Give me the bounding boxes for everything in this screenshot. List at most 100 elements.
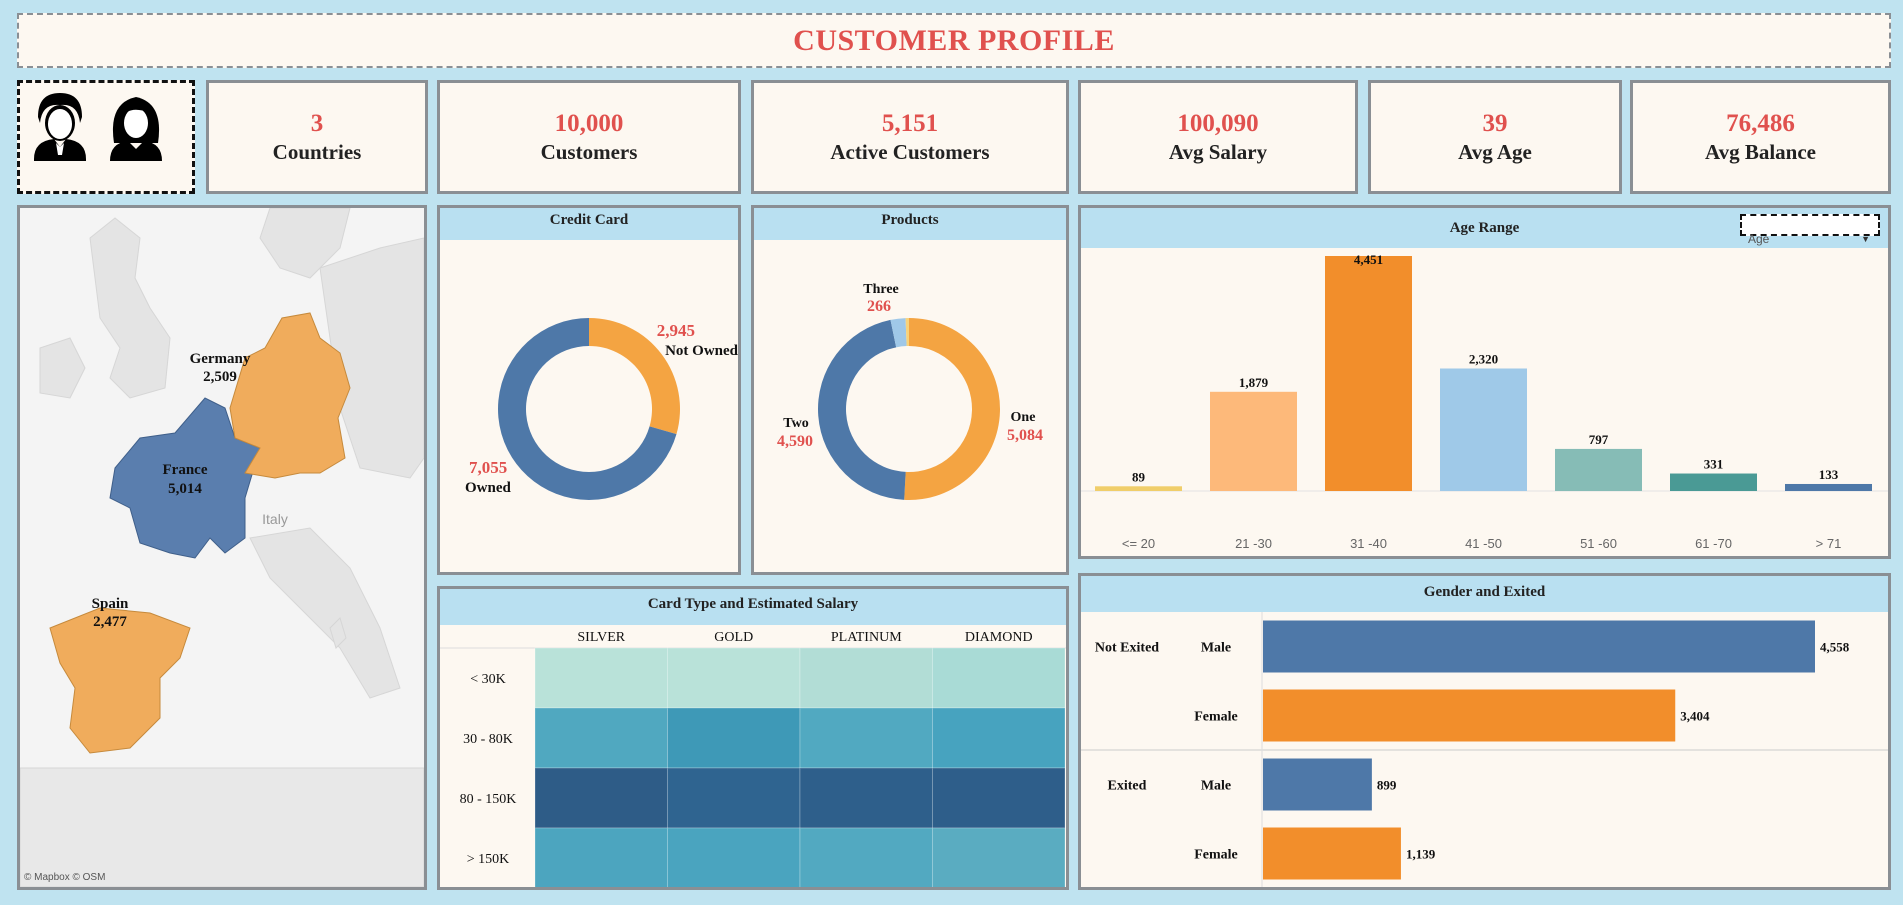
kpi-label: Avg Age xyxy=(1458,140,1532,164)
two-value: 4,590 xyxy=(777,433,813,450)
dashboard-title: CUSTOMER PROFILE xyxy=(793,24,1115,57)
kpi-active-customers[interactable]: 5,151 Active Customers xyxy=(751,80,1069,194)
age-bar[interactable] xyxy=(1670,473,1757,491)
kpi-label: Active Customers xyxy=(830,140,990,164)
age-bar[interactable] xyxy=(1555,448,1642,491)
gender-bar[interactable] xyxy=(1263,620,1815,673)
heatmap-cell[interactable] xyxy=(534,767,668,829)
one-label: One xyxy=(1011,410,1036,425)
age-bar[interactable] xyxy=(1210,391,1297,491)
kpi-avg-age[interactable]: 39 Avg Age xyxy=(1368,80,1622,194)
map-value-spain: 2,477 xyxy=(93,614,127,630)
heatmap-row-header: > 150K xyxy=(467,852,510,867)
kpi-customers[interactable]: 10,000 Customers xyxy=(437,80,741,194)
map-label-france: France xyxy=(163,462,208,478)
age-bar-label: 1,879 xyxy=(1239,375,1269,390)
credit-card-donut[interactable] xyxy=(498,318,680,501)
age-bar[interactable] xyxy=(1325,256,1412,491)
kpi-value: 10,000 xyxy=(554,110,624,137)
not-owned-label: Not Owned xyxy=(665,343,738,359)
kpi-value: 39 xyxy=(1482,110,1508,137)
age-tick-label: 21 -30 xyxy=(1235,536,1272,551)
age-bar-label: 4,451 xyxy=(1354,252,1383,267)
age-range-chart: 89 <= 20 1,879 21 -30 4,451 31 -40 2,320 41 -50… xyxy=(1081,252,1888,551)
age-bar[interactable] xyxy=(1095,486,1182,491)
kpi-label: Avg Balance xyxy=(1704,140,1817,164)
dashboard-title-box: CUSTOMER PROFILE xyxy=(17,13,1891,68)
gender-exited-chart: Not Exited Male 4,558 Female 3,404 Exited Male… xyxy=(1081,612,1888,887)
map-value-germany: 2,509 xyxy=(203,369,237,385)
age-dropdown[interactable]: Age ▼ xyxy=(1740,214,1880,246)
heatmap-cell[interactable] xyxy=(534,827,668,887)
gender-label: Female xyxy=(1194,710,1238,725)
heatmap-column-header: SILVER xyxy=(577,630,625,645)
customer-icon-box[interactable] xyxy=(17,80,195,194)
credit-card-chart: 2,945 Not Owned 7,055 Owned xyxy=(465,318,738,501)
products-slice-one[interactable] xyxy=(904,318,1000,500)
heatmap-column-header: DIAMOND xyxy=(965,630,1033,645)
age-range-title: Age Range xyxy=(1449,220,1520,236)
two-label: Two xyxy=(783,416,808,431)
card-salary-heatmap: SILVER GOLD PLATINUM DIAMOND < 30K 30 - 80K 80… xyxy=(440,630,1066,887)
gender-bar-label: 4,558 xyxy=(1820,640,1850,655)
heatmap-column-header: PLATINUM xyxy=(831,630,902,645)
heatmap-row-header: < 30K xyxy=(470,672,506,687)
heatmap-cell[interactable] xyxy=(534,647,668,709)
heatmap-cell[interactable] xyxy=(932,707,1066,769)
age-range-header: Age Range Age ▼ xyxy=(1081,208,1888,248)
age-tick-label: > 71 xyxy=(1816,536,1842,551)
gender-exited-panel[interactable]: Gender and Exited Not Exited Male 4,558 Fem… xyxy=(1078,573,1891,890)
age-bar-label: 2,320 xyxy=(1469,352,1498,367)
gender-label: Male xyxy=(1201,779,1231,794)
three-label: Three xyxy=(863,282,899,297)
group-label: Exited xyxy=(1108,779,1147,794)
map-label-italy: Italy xyxy=(262,511,288,527)
heatmap-cell[interactable] xyxy=(799,767,933,829)
not-owned-value: 2,945 xyxy=(657,321,695,340)
products-panel[interactable]: Products Three 266 Two 4,590 One 5,084 xyxy=(751,205,1069,575)
credit-card-panel[interactable]: Credit Card 2,945 Not Owned 7,055 Owned xyxy=(437,205,741,575)
heatmap-cell[interactable] xyxy=(534,707,668,769)
kpi-avg-salary[interactable]: 100,090 Avg Salary xyxy=(1078,80,1358,194)
customer-icons xyxy=(34,93,162,161)
three-value: 266 xyxy=(867,298,891,315)
heatmap-cell[interactable] xyxy=(667,767,801,829)
products-title: Products xyxy=(754,208,1066,240)
female-user-icon xyxy=(110,97,162,161)
age-range-panel[interactable]: Age Range Age ▼ 89 <= 20 1,879 21 -30 4,451 3… xyxy=(1078,205,1891,559)
age-bar-label: 133 xyxy=(1819,467,1839,482)
products-slice-two[interactable] xyxy=(817,319,906,500)
heatmap-cell[interactable] xyxy=(932,767,1066,829)
heatmap-row-header: 30 - 80K xyxy=(463,732,513,747)
map-attribution[interactable]: © Mapbox © OSM xyxy=(24,872,105,883)
heatmap-cell[interactable] xyxy=(932,647,1066,709)
heatmap-cell[interactable] xyxy=(667,707,801,769)
products-donut[interactable] xyxy=(817,318,1000,500)
country-map[interactable]: Germany 2,509 France 5,014 Spain 2,477 I… xyxy=(17,205,427,890)
credit-card-title: Credit Card xyxy=(440,208,738,240)
kpi-value: 5,151 xyxy=(881,110,939,137)
group-label: Not Exited xyxy=(1095,641,1159,656)
map-value-france: 5,014 xyxy=(168,481,202,497)
kpi-avg-balance[interactable]: 76,486 Avg Balance xyxy=(1630,80,1891,194)
map-label-germany: Germany xyxy=(190,351,251,367)
gender-exited-title: Gender and Exited xyxy=(1081,576,1888,612)
heatmap-cell[interactable] xyxy=(799,827,933,887)
owned-label: Owned xyxy=(465,480,512,496)
gender-bar[interactable] xyxy=(1263,758,1372,811)
card-salary-panel[interactable]: Card Type and Estimated Salary SILVER GOL… xyxy=(437,586,1069,890)
age-bar[interactable] xyxy=(1440,368,1527,491)
one-value: 5,084 xyxy=(1007,427,1043,444)
heatmap-cell[interactable] xyxy=(799,647,933,709)
gender-bar[interactable] xyxy=(1263,689,1676,742)
kpi-countries[interactable]: 3 Countries xyxy=(206,80,428,194)
heatmap-cell[interactable] xyxy=(667,647,801,709)
heatmap-cell[interactable] xyxy=(799,707,933,769)
age-bar[interactable] xyxy=(1785,483,1872,491)
kpi-value: 3 xyxy=(310,110,324,137)
gender-label: Female xyxy=(1194,848,1238,863)
heatmap-cell[interactable] xyxy=(932,827,1066,887)
age-tick-label: 51 -60 xyxy=(1580,536,1617,551)
gender-bar[interactable] xyxy=(1263,827,1401,880)
heatmap-cell[interactable] xyxy=(667,827,801,887)
